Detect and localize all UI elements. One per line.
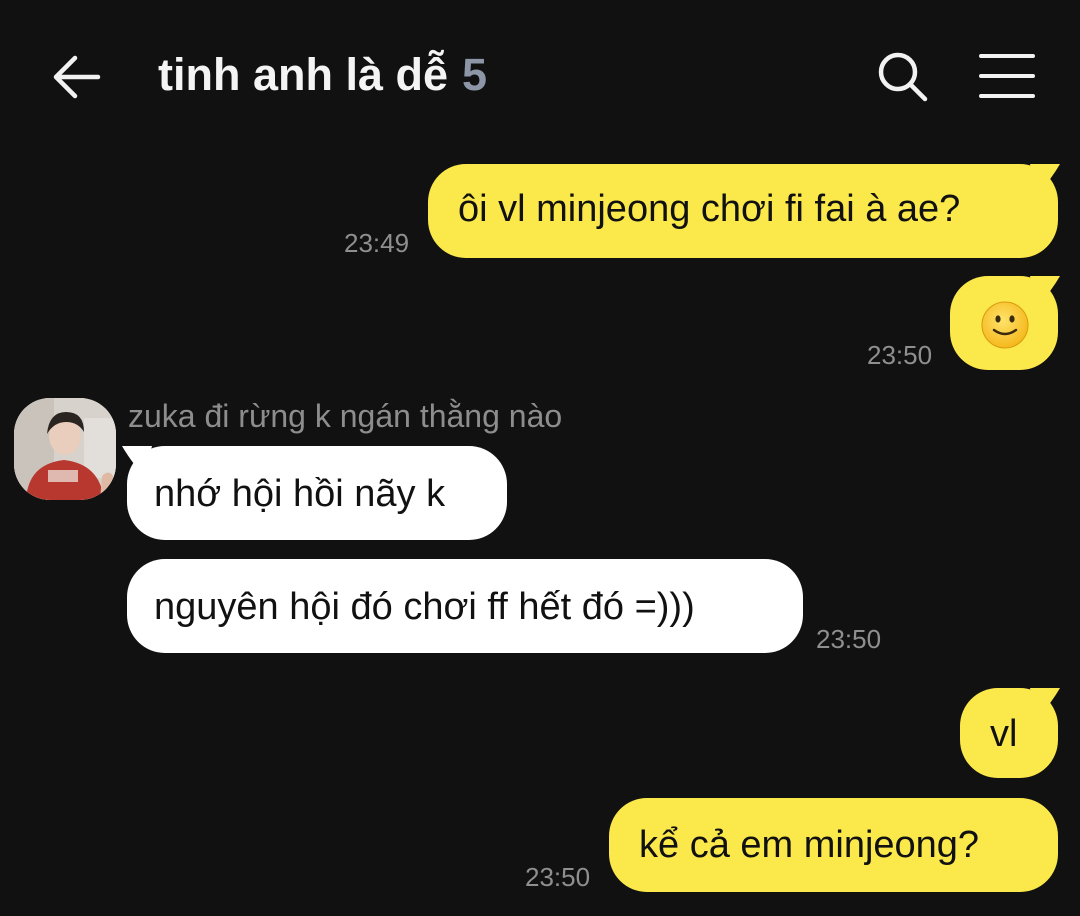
my-message-bubble[interactable]: ôi vl minjeong chơi fi fai à ae?: [428, 164, 1058, 258]
avatar-photo: [14, 398, 116, 500]
message-timestamp: 23:49: [344, 228, 410, 258]
their-message-bubble[interactable]: nhớ hội hồi nãy k: [127, 446, 507, 540]
slightly-smiling-face-icon: [981, 301, 1029, 349]
sender-avatar[interactable]: [14, 398, 116, 500]
my-message-bubble[interactable]: kể cả em minjeong?: [609, 798, 1058, 892]
search-button[interactable]: [872, 46, 932, 106]
search-icon: [878, 52, 928, 102]
hamburger-menu-icon: [979, 54, 1035, 98]
their-message-bubble[interactable]: nguyên hội đó chơi ff hết đó =))): [127, 559, 803, 653]
message-text: ôi vl minjeong chơi fi fai à ae?: [458, 188, 961, 230]
sender-name: zuka đi rừng k ngán thằng nào: [128, 398, 563, 434]
chat-name: tinh anh là dễ: [158, 49, 449, 100]
bubble-tail: [1030, 276, 1060, 306]
chat-title: tinh anh là dễ 5: [158, 46, 487, 104]
back-button[interactable]: [48, 48, 106, 106]
message-text: nhớ hội hồi nãy k: [154, 473, 446, 515]
chat-header: tinh anh là dễ 5: [0, 0, 1080, 150]
message-text: kể cả em minjeong?: [639, 824, 980, 866]
bubble-tail: [1030, 688, 1060, 718]
member-count: 5: [462, 49, 488, 100]
message-text: nguyên hội đó chơi ff hết đó =))): [154, 586, 695, 628]
message-timestamp: 23:50: [816, 624, 882, 654]
message-timestamp: 23:50: [867, 340, 933, 370]
message-text: vl: [990, 713, 1018, 755]
menu-button[interactable]: [976, 50, 1038, 102]
bubble-tail: [1030, 164, 1060, 194]
arrow-left-icon: [53, 55, 101, 99]
message-timestamp: 23:50: [525, 862, 591, 892]
